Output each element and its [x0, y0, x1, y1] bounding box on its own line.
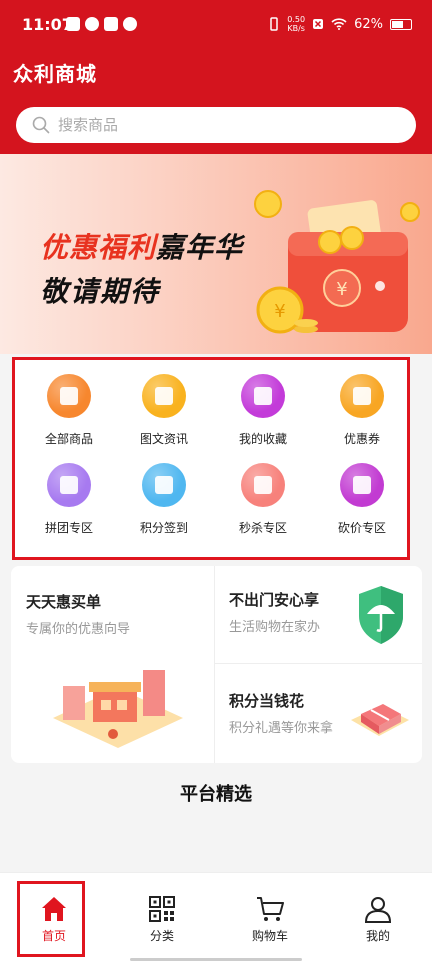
active-tab-highlight — [17, 881, 85, 957]
promo-title: 不出门安心享 — [229, 591, 320, 609]
tab-label: 购物车 — [251, 929, 288, 943]
category-label: 积分签到 — [139, 521, 188, 535]
shop-illustration — [53, 670, 183, 748]
tab-cart[interactable]: 购物车 — [216, 873, 324, 964]
user-icon — [364, 897, 392, 923]
notification-icons — [66, 17, 137, 31]
tab-label: 分类 — [149, 929, 174, 943]
category-label: 优惠券 — [343, 432, 380, 446]
vibrate-icon — [270, 17, 279, 31]
no-sim-icon — [313, 19, 324, 29]
umbrella-shield-icon — [359, 586, 403, 644]
category-label: 砍价专区 — [337, 521, 386, 535]
category-item-points-checkin[interactable]: 积分签到 — [119, 463, 209, 543]
cart-icon — [257, 897, 284, 921]
search-bar[interactable] — [16, 107, 416, 143]
category-item-coupons[interactable]: 优惠券 — [317, 374, 407, 454]
calendar-check-icon — [142, 463, 186, 507]
mail-notification-icon — [104, 17, 118, 31]
status-bar: 11:07 0.50 KB/s 62% — [0, 0, 432, 50]
category-label: 图文资讯 — [139, 432, 188, 446]
discount-tag-icon — [340, 463, 384, 507]
category-label: 我的收藏 — [238, 432, 287, 446]
category-item-news[interactable]: 图文资讯 — [119, 374, 209, 454]
tab-profile[interactable]: 我的 — [324, 873, 432, 964]
banner-headline: 优惠福利嘉年华 — [40, 231, 244, 264]
category-item-favorites[interactable]: 我的收藏 — [218, 374, 308, 454]
alarm-clock-icon — [241, 463, 285, 507]
category-grid: 全部商品 图文资讯 我的收藏 优惠券 拼团专区 积分签到 秒杀专区 砍价专区 — [12, 357, 410, 560]
promo-subtitle: 生活购物在家办 — [229, 620, 321, 635]
battery-percent: 62% — [354, 16, 383, 32]
promo-card: 天天惠买单 专属你的优惠向导 不出门安心享 生活购物在家办 积分当钱花 积分礼遇… — [11, 566, 422, 763]
tab-label: 我的 — [365, 929, 390, 943]
network-speed: 0.50 KB/s — [287, 15, 306, 33]
svg-text:¥: ¥ — [336, 279, 347, 300]
category-item-all-products[interactable]: 全部商品 — [24, 374, 114, 454]
banner-subheadline: 敬请期待 — [40, 275, 161, 308]
document-icon — [142, 374, 186, 418]
svg-text:¥: ¥ — [274, 301, 285, 322]
app-notification-icon — [85, 17, 99, 31]
wifi-icon — [331, 18, 347, 30]
category-label: 秒杀专区 — [238, 521, 287, 535]
shopping-bag-icon — [47, 463, 91, 507]
wallet-coins-illustration: ¥ ¥ — [254, 190, 420, 334]
divider — [215, 663, 422, 664]
battery-icon — [390, 18, 412, 30]
app-notification-icon — [123, 17, 137, 31]
app-header: 众利商城 — [0, 50, 432, 154]
gift-box-icon — [351, 704, 409, 736]
home-indicator[interactable] — [130, 958, 302, 961]
search-icon — [32, 116, 50, 134]
section-title: 平台精选 — [180, 784, 252, 805]
qr-code-icon — [149, 896, 175, 922]
tab-category[interactable]: 分类 — [108, 873, 216, 964]
promo-subtitle: 积分礼遇等你来拿 — [229, 721, 334, 736]
store-icon — [47, 374, 91, 418]
category-label: 全部商品 — [44, 432, 93, 446]
category-item-group-buy[interactable]: 拼团专区 — [24, 463, 114, 543]
promo-banner[interactable]: 优惠福利嘉年华 敬请期待 ¥ ¥ — [0, 154, 432, 354]
category-label: 拼团专区 — [44, 521, 93, 535]
promo-title: 天天惠买单 — [26, 593, 102, 611]
promo-title: 积分当钱花 — [229, 692, 305, 710]
category-item-flash-sale[interactable]: 秒杀专区 — [218, 463, 308, 543]
app-title: 众利商城 — [13, 62, 97, 86]
system-indicators: 0.50 KB/s 62% — [268, 15, 412, 33]
coupon-icon — [340, 374, 384, 418]
search-input[interactable] — [58, 116, 358, 134]
category-item-bargain[interactable]: 砍价专区 — [317, 463, 407, 543]
divider — [214, 566, 215, 763]
bookmark-icon — [241, 374, 285, 418]
app-notification-icon — [66, 17, 80, 31]
promo-subtitle: 专属你的优惠向导 — [26, 622, 131, 637]
